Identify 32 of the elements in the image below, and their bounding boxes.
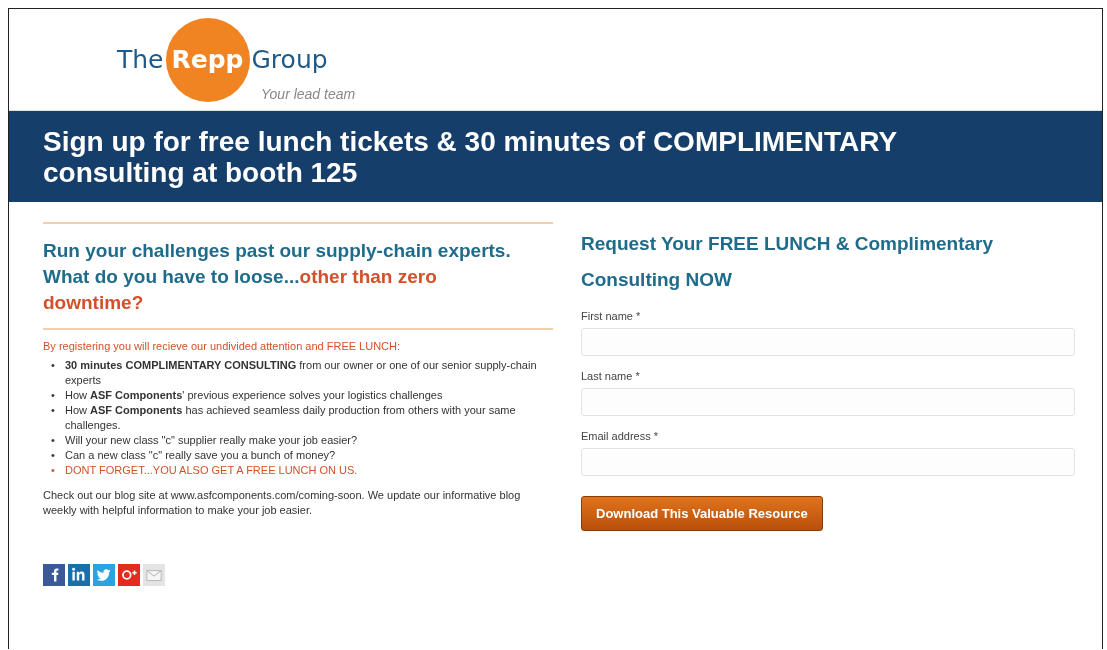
pitch-heading: Run your challenges past our supply-chain experts. What do you have to loose...other than zero downtime? [43, 239, 512, 315]
logo-text: The [117, 45, 164, 74]
field-label: First name * [581, 310, 642, 322]
facebook-icon[interactable] [43, 564, 65, 586]
bullet-mark: • [51, 448, 56, 463]
bullet-text: Will your new class "c" supplier really make your job easier? [65, 433, 358, 448]
google-plus-icon[interactable] [118, 564, 140, 586]
logo-tagline: Your lead team [261, 85, 356, 102]
bullet-text: DONT FORGET...YOU ALSO GET A FREE LUNCH ON US. [65, 463, 358, 478]
field-label: Last name * [581, 370, 641, 382]
bullet-mark: • [51, 403, 56, 418]
input-field[interactable] [581, 328, 1075, 356]
bullet-mark: • [51, 433, 56, 448]
banner-title: Sign up for free lunch tickets & 30 minutes of COMPLIMENTARY consulting at booth 125 [43, 125, 898, 188]
linkedin-icon[interactable] [68, 564, 90, 586]
logo-text: Group [251, 45, 328, 74]
download-button[interactable]: Download This Valuable Resource [581, 496, 823, 531]
logo-circle: Repp [165, 17, 250, 102]
form-title: Request Your FREE LUNCH & Complimentary Consulting NOW [581, 232, 995, 292]
bird-icon[interactable] [93, 564, 115, 586]
field-label: Email address * [581, 430, 660, 442]
bullet-mark: • [51, 388, 56, 403]
input-field[interactable] [581, 448, 1075, 476]
bullet-text: How ASF Components has achieved seamless daily production from others with your same challenges. [65, 403, 517, 433]
bullet-text: How ASF Components' previous experience solves your logistics challenges [65, 388, 443, 403]
bullet-text: Can a new class "c" really save you a bunch of money? [65, 448, 336, 463]
input-field[interactable] [581, 388, 1075, 416]
bullet-mark: • [51, 358, 56, 373]
bullet-mark: • [51, 463, 56, 478]
bullet-text: 30 minutes COMPLIMENTARY CONSULTING from our owner or one of our senior supply-chain experts [65, 358, 538, 388]
blog-text: Check out our blog site at www.asfcomponents.com/coming-soon. We update our informative blog weekly with helpful information to make your job easier. [43, 488, 522, 518]
intro-text: By registering you will recieve our undivided attention and FREE LUNCH: [43, 340, 402, 352]
